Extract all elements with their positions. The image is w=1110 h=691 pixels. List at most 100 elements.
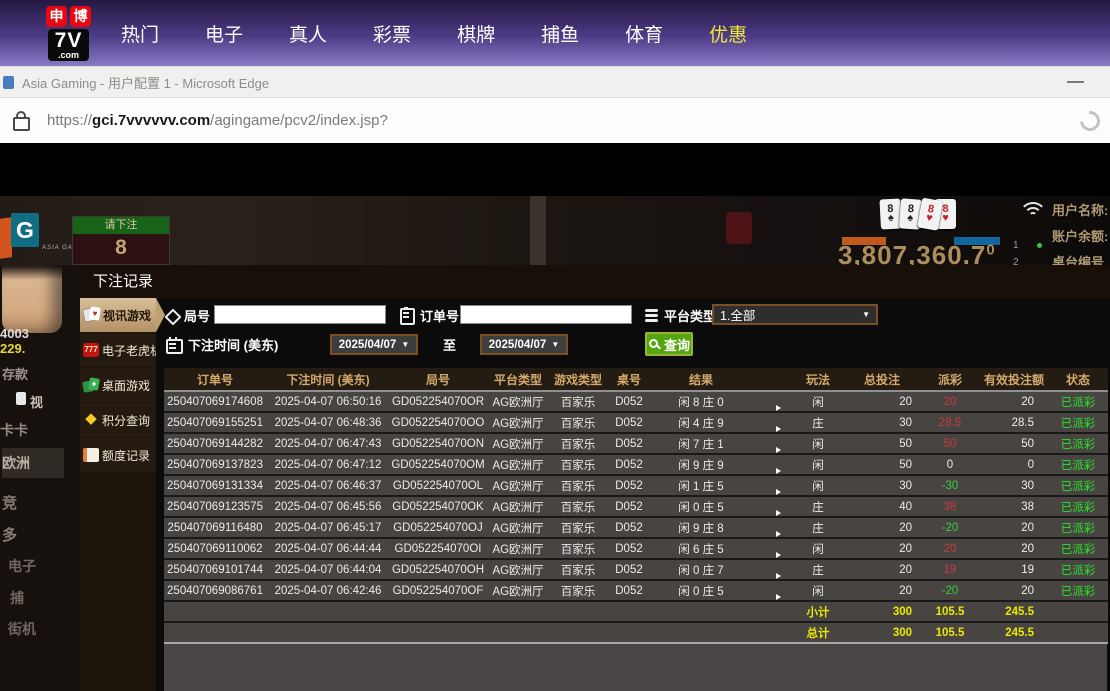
sidebar-item-label: 电子老虎机 <box>102 342 162 359</box>
order-number-label: 订单号 <box>400 304 459 326</box>
total-bet-cell: 20 <box>844 391 920 412</box>
date-to-select[interactable]: 2025/04/07▼ <box>480 334 568 355</box>
platform-cell: AG欧洲厅 <box>486 433 550 454</box>
dealt-cards: 8♠8♠8♥8♥ <box>884 199 956 229</box>
nav-item[interactable]: 捕鱼 <box>541 20 579 47</box>
result-cell: 闲 0 庄 5 <box>652 580 750 601</box>
status-cell: 已派彩 <box>1048 475 1108 496</box>
bg-fragment: 视 <box>16 392 43 411</box>
subtotal-total-bet: 300 <box>844 601 920 622</box>
nav-item[interactable]: 彩票 <box>373 20 411 47</box>
sidebar-item-label: 视讯游戏 <box>103 307 151 324</box>
table-row: 250407069116480 2025-04-07 06:45:17 GD05… <box>164 517 1108 538</box>
search-button[interactable]: 查询 <box>645 332 693 356</box>
time-cell: 2025-04-07 06:44:44 <box>266 538 390 559</box>
play-type-cell: 庄 <box>792 559 844 580</box>
replay-cell <box>750 496 792 517</box>
lock-icon <box>13 117 30 131</box>
table-number-cell: D052 <box>606 580 652 601</box>
nav-item[interactable]: 体育 <box>625 20 663 47</box>
nav-item[interactable]: 电子 <box>205 20 243 47</box>
logo-badge-shen: 申 <box>46 6 67 27</box>
signal-dot <box>1037 243 1042 248</box>
status-cell: 已派彩 <box>1048 580 1108 601</box>
status-cell: 已派彩 <box>1048 412 1108 433</box>
game-type-cell: 百家乐 <box>550 538 606 559</box>
platform-type-select[interactable]: 1.全部 ▼ <box>712 304 878 325</box>
column-header: 订单号 <box>164 368 266 391</box>
total-bet-cell: 20 <box>844 580 920 601</box>
play-type-cell: 庄 <box>792 517 844 538</box>
window-title: Asia Gaming - 用户配置 1 - Microsoft Edge <box>22 73 269 92</box>
table-number-cell: D052 <box>606 412 652 433</box>
minimize-button[interactable] <box>1067 81 1084 83</box>
nav-menu: 热门 电子 真人 彩票 棋牌 捕鱼 体育 优惠 <box>121 20 747 47</box>
site-logo[interactable]: 申 博 7V .com <box>46 6 91 61</box>
stream-pillar <box>530 196 546 265</box>
nav-item[interactable]: 真人 <box>289 20 327 47</box>
signal-row-1: 1 <box>1013 240 1019 251</box>
table-row: 250407069131334 2025-04-07 06:46:37 GD05… <box>164 475 1108 496</box>
result-cell: 闲 9 庄 8 <box>652 517 750 538</box>
valid-bet-cell: 50 <box>980 433 1048 454</box>
sidebar-item[interactable]: 电子老虎机 <box>80 333 156 367</box>
total-bet-cell: 20 <box>844 517 920 538</box>
sidebar-item[interactable]: 积分查询 <box>80 403 156 437</box>
sidebar-item[interactable]: 视讯游戏 <box>80 298 156 332</box>
logo-name: 7V <box>55 30 83 51</box>
replay-cell <box>750 517 792 538</box>
tag-icon <box>166 309 179 322</box>
column-header: 下注时间 (美东) <box>266 368 390 391</box>
avatar <box>2 265 62 333</box>
round-cell: GD052254070OJ <box>390 517 486 538</box>
play-type-cell: 闲 <box>792 391 844 412</box>
play-type-cell: 闲 <box>792 538 844 559</box>
table-row: 250407069137823 2025-04-07 06:47:12 GD05… <box>164 454 1108 475</box>
address-bar[interactable]: https://gci.7vvvvvv.com/agingame/pcv2/in… <box>0 98 1110 143</box>
valid-bet-cell: 20 <box>980 580 1048 601</box>
nav-item[interactable]: 棋牌 <box>457 20 495 47</box>
window-titlebar: Asia Gaming - 用户配置 1 - Microsoft Edge <box>0 66 1110 98</box>
sidebar-item-icon <box>83 413 99 427</box>
order-number-input[interactable] <box>460 305 632 324</box>
replay-cell <box>750 475 792 496</box>
table-number-cell: D052 <box>606 454 652 475</box>
nav-item[interactable]: 优惠 <box>709 20 747 47</box>
payout-cell: 0 <box>920 454 980 475</box>
payout-cell: 28.5 <box>920 412 980 433</box>
result-cell: 闲 7 庄 1 <box>652 433 750 454</box>
account-info-label: 账户余额: <box>1052 226 1108 245</box>
table-number-cell: D052 <box>606 559 652 580</box>
payout-cell: 38 <box>920 496 980 517</box>
refresh-icon[interactable] <box>1076 106 1104 134</box>
grand-total-total-bet: 300 <box>844 622 920 643</box>
order-cell: 250407069116480 <box>164 517 266 538</box>
nav-item[interactable]: 热门 <box>121 20 159 47</box>
column-header: 结果 <box>652 368 750 391</box>
stream-background: G ASIA GAMING 请下注 8 8♠8♠8♥8♥ 3,807,360.7… <box>0 196 1110 265</box>
column-header: 局号 <box>390 368 486 391</box>
bg-fragment: 竞 <box>2 492 17 513</box>
status-cell: 已派彩 <box>1048 496 1108 517</box>
column-header: 游戏类型 <box>550 368 606 391</box>
order-cell: 250407069110062 <box>164 538 266 559</box>
sidebar-item[interactable]: 桌面游戏 <box>80 368 156 402</box>
sidebar-item[interactable]: 额度记录 <box>80 438 156 472</box>
round-number-input[interactable] <box>214 305 386 324</box>
page-title: 下注记录 <box>80 265 1110 298</box>
url-text[interactable]: https://gci.7vvvvvv.com/agingame/pcv2/in… <box>47 112 388 129</box>
replay-cell <box>750 391 792 412</box>
promo-nav: 申 博 7V .com 热门 电子 真人 彩票 棋牌 捕鱼 体育 优惠 <box>0 0 1110 66</box>
platform-cell: AG欧洲厅 <box>486 496 550 517</box>
url-scheme: https:// <box>47 112 92 129</box>
table-row: 250407069155251 2025-04-07 06:48:36 GD05… <box>164 412 1108 433</box>
table-number-cell: D052 <box>606 475 652 496</box>
column-header: 有效投注额 <box>980 368 1048 391</box>
date-range-to-label: 至 <box>443 333 456 355</box>
sidebar-item-icon <box>83 343 99 357</box>
result-cell: 闲 4 庄 9 <box>652 412 750 433</box>
panel-sidebar: 视讯游戏 电子老虎机 桌面游戏 积分查询 额度记录 <box>80 298 156 691</box>
date-from-select[interactable]: 2025/04/07▼ <box>330 334 418 355</box>
table-number-cell: D052 <box>606 391 652 412</box>
result-cell: 闲 9 庄 9 <box>652 454 750 475</box>
